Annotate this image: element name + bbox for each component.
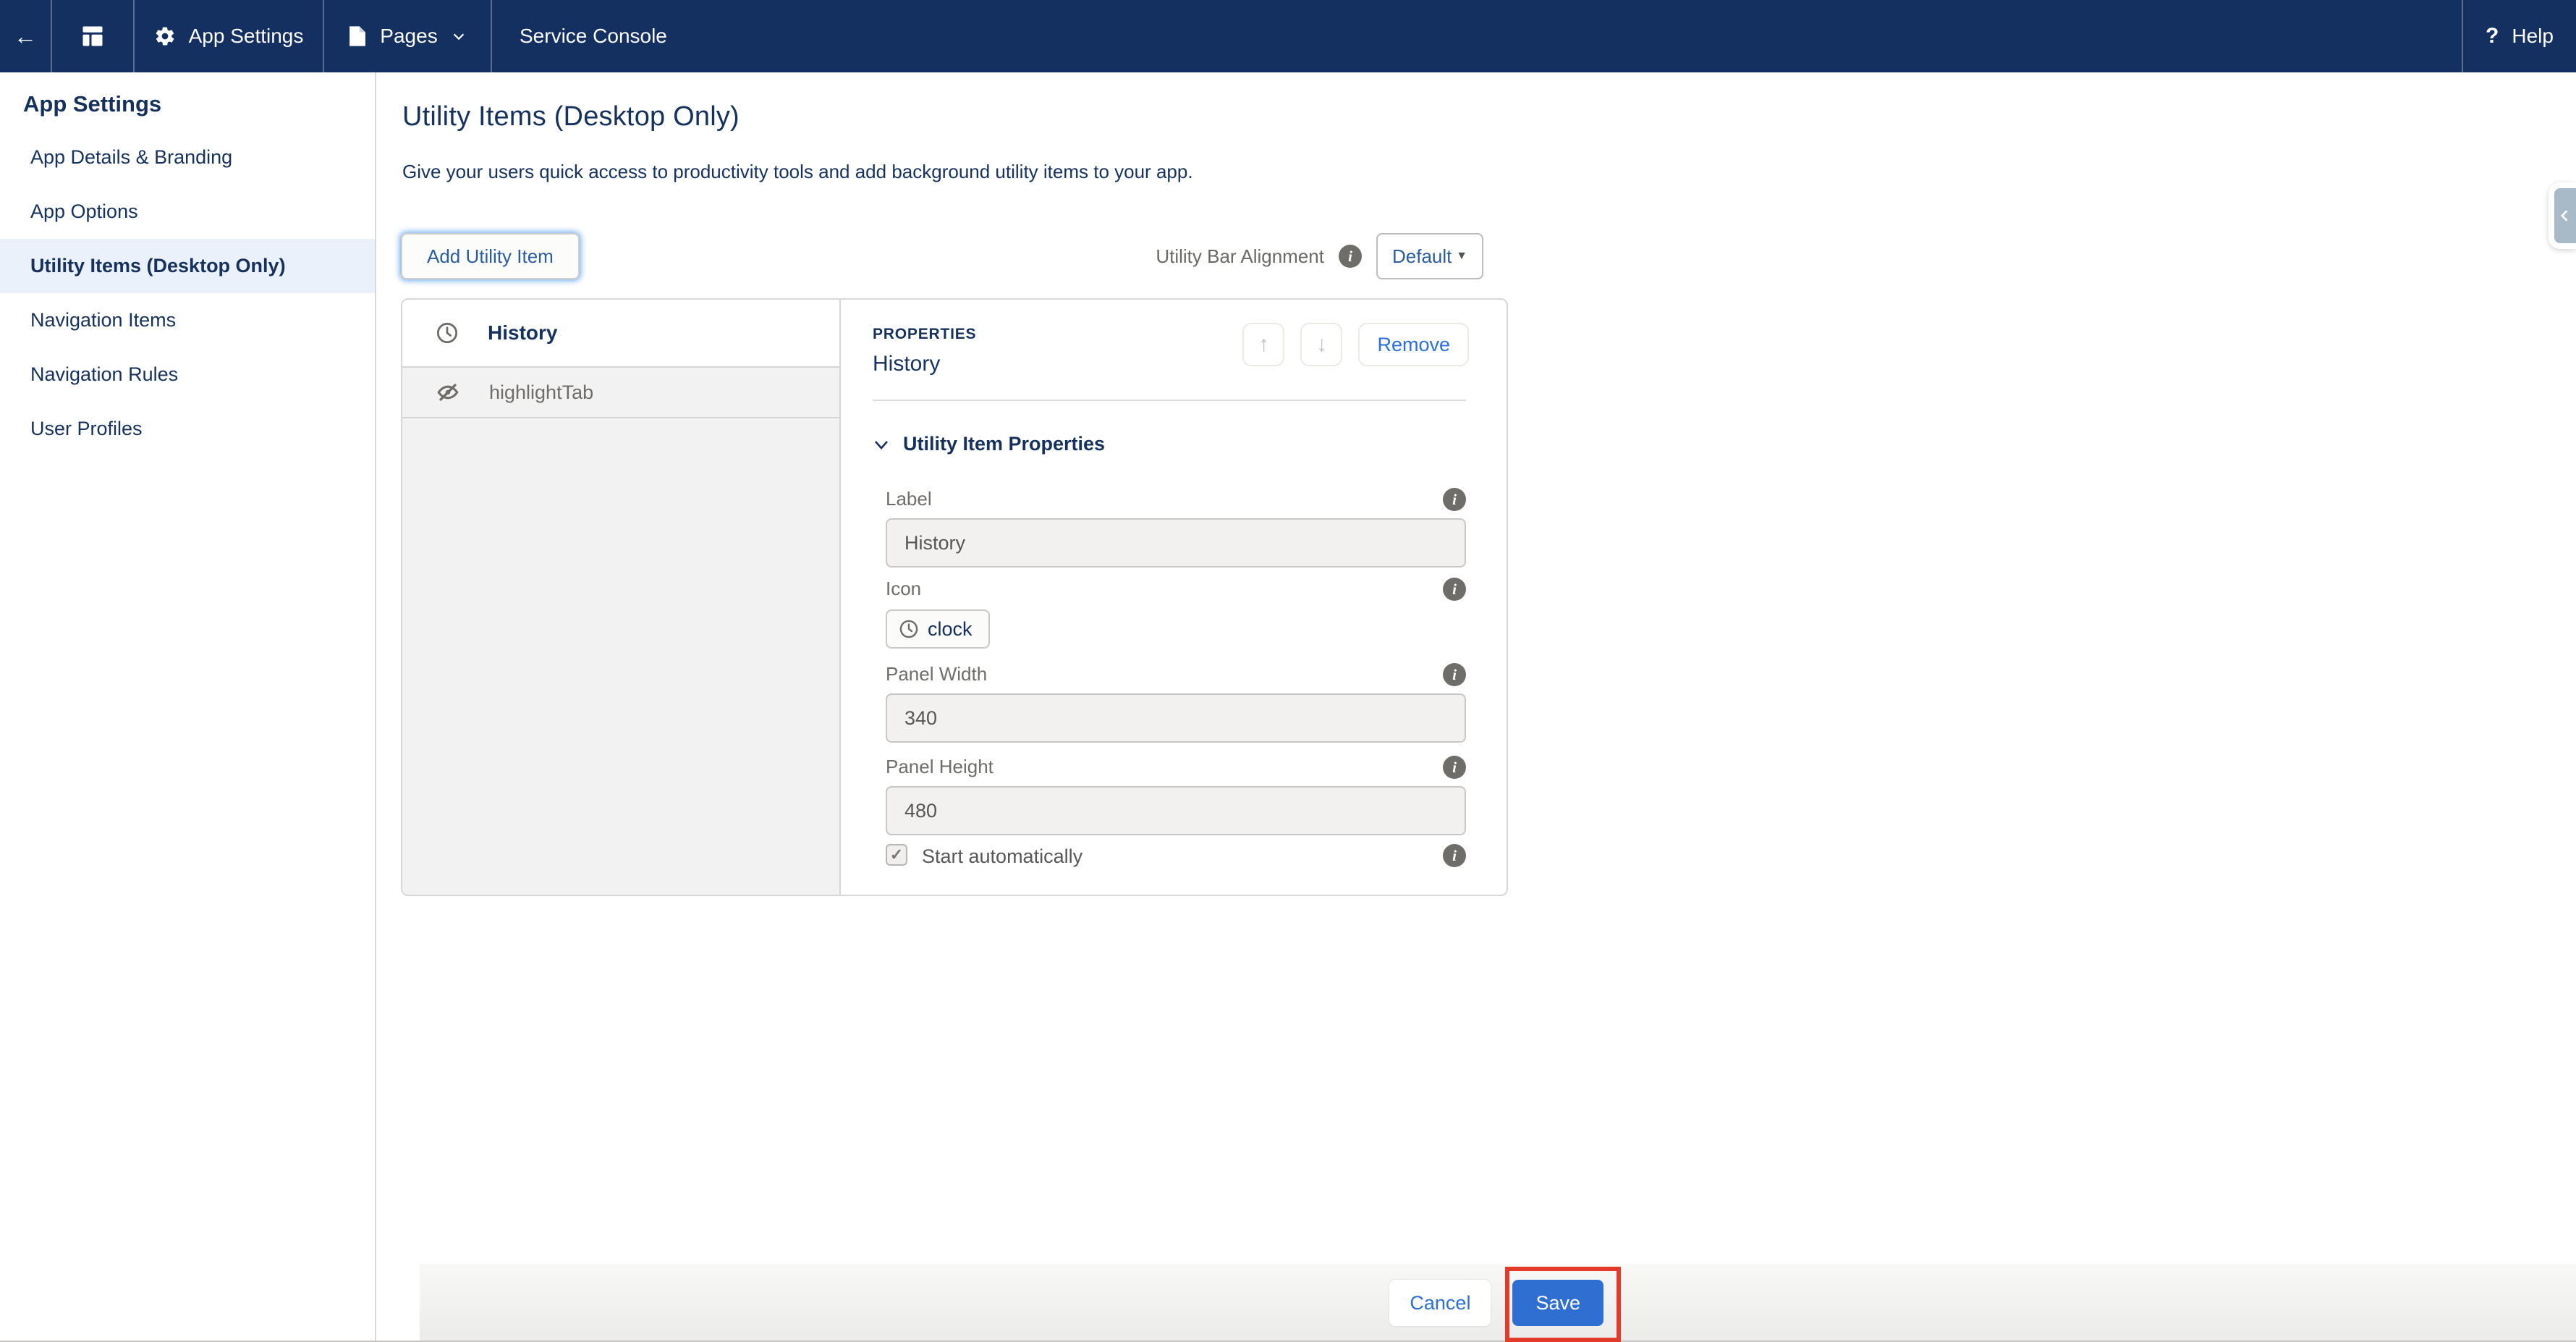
properties-item-name: History: [873, 352, 940, 376]
sidebar-item-navigation-rules[interactable]: Navigation Rules: [0, 347, 375, 402]
check-icon: ✓: [890, 845, 903, 864]
sidebar-list: App Details & Branding App Options Utili…: [0, 130, 375, 456]
sidebar-heading: App Settings: [0, 72, 375, 117]
help-label: Help: [2512, 25, 2554, 48]
properties-actions: ↑ ↓ Remove: [1242, 323, 1469, 366]
properties-divider: [873, 400, 1466, 401]
app-name-label: Service Console: [520, 25, 667, 48]
gear-icon: [154, 25, 176, 47]
utility-item-label: History: [488, 321, 557, 345]
app-builder-button[interactable]: [52, 0, 135, 72]
start-automatically-label: Start automatically: [922, 845, 1082, 868]
panel-height-label: Panel Height: [886, 756, 993, 778]
utility-item-properties-section[interactable]: Utility Item Properties: [873, 433, 1105, 455]
page-icon: [348, 25, 367, 47]
utility-item-label: highlightTab: [489, 381, 593, 404]
chevron-left-icon: [2554, 188, 2576, 243]
alignment-info-icon[interactable]: i: [1339, 245, 1362, 268]
alignment-value: Default: [1392, 245, 1452, 268]
panel-height-input[interactable]: [886, 786, 1466, 835]
section-chevron-down-icon: [873, 436, 890, 453]
panel-width-input[interactable]: [886, 693, 1466, 743]
section-title: Utility Item Properties: [903, 433, 1105, 455]
label-input[interactable]: [886, 518, 1466, 567]
sidebar-item-utility-items[interactable]: Utility Items (Desktop Only): [0, 239, 375, 293]
move-up-button[interactable]: ↑: [1242, 323, 1284, 366]
clock-icon: [899, 619, 919, 639]
utility-item-history[interactable]: History: [402, 300, 839, 368]
nav-app-settings-label: App Settings: [189, 25, 304, 48]
cancel-button[interactable]: Cancel: [1389, 1280, 1491, 1326]
chevron-down-icon: [451, 28, 467, 44]
help-button[interactable]: ? Help: [2462, 0, 2576, 72]
footer-bar: Cancel Save: [420, 1264, 2576, 1342]
top-navbar: ← App Settings Pages Service Console ? H…: [0, 0, 2576, 72]
back-arrow-icon: ←: [14, 25, 37, 48]
utility-bar-alignment-label: Utility Bar Alignment: [1156, 245, 1324, 268]
save-button[interactable]: Save: [1512, 1280, 1603, 1326]
icon-value: clock: [928, 618, 973, 641]
utility-items-list: History highlightTab: [402, 300, 841, 895]
eye-slash-icon: [436, 380, 460, 405]
sidebar-item-app-options[interactable]: App Options: [0, 185, 375, 239]
back-button[interactable]: ←: [0, 0, 52, 72]
start-automatically-checkbox[interactable]: ✓: [886, 844, 907, 866]
properties-pane: PROPERTIES History ↑ ↓ Remove Utility It…: [841, 300, 1507, 895]
label-field-label: Label: [886, 488, 932, 510]
up-arrow-icon: ↑: [1258, 332, 1269, 357]
nav-app-settings[interactable]: App Settings: [135, 0, 324, 72]
panel-width-info-icon[interactable]: i: [1443, 663, 1466, 686]
nav-pages-label: Pages: [380, 25, 437, 48]
icon-picker-chip[interactable]: clock: [886, 609, 990, 649]
app-name: Service Console: [492, 0, 2462, 72]
add-utility-item-button[interactable]: Add Utility Item: [401, 233, 580, 279]
layout-icon: [80, 23, 106, 49]
page-title: Utility Items (Desktop Only): [402, 101, 740, 132]
panel-height-info-icon[interactable]: i: [1443, 756, 1466, 779]
page-subtitle: Give your users quick access to producti…: [402, 161, 1193, 183]
settings-sidebar: App Settings App Details & Branding App …: [0, 72, 376, 1342]
sidebar-item-user-profiles[interactable]: User Profiles: [0, 402, 375, 456]
help-icon: ?: [2486, 24, 2499, 48]
icon-field-label: Icon: [886, 578, 921, 600]
clock-icon: [436, 321, 459, 345]
utility-items-panel: History highlightTab PROPERTIES History …: [401, 298, 1508, 896]
down-arrow-icon: ↓: [1316, 332, 1327, 357]
dropdown-arrow-icon: ▼: [1456, 250, 1467, 263]
utility-item-highlighttab[interactable]: highlightTab: [402, 368, 839, 418]
main-content: Utility Items (Desktop Only) Give your u…: [376, 72, 2576, 1342]
alignment-dropdown[interactable]: Default ▼: [1376, 233, 1483, 279]
sidebar-item-app-details-branding[interactable]: App Details & Branding: [0, 130, 375, 185]
properties-eyebrow: PROPERTIES: [873, 326, 976, 343]
collapse-panel-tab[interactable]: [2549, 182, 2576, 249]
footer-buttons: Cancel Save: [1389, 1280, 1603, 1326]
panel-width-label: Panel Width: [886, 663, 987, 685]
sidebar-item-navigation-items[interactable]: Navigation Items: [0, 293, 375, 347]
nav-pages-menu[interactable]: Pages: [324, 0, 492, 72]
move-down-button[interactable]: ↓: [1300, 323, 1342, 366]
icon-info-icon[interactable]: i: [1443, 578, 1466, 601]
start-automatically-info-icon[interactable]: i: [1443, 844, 1466, 867]
remove-button[interactable]: Remove: [1358, 323, 1469, 366]
label-info-icon[interactable]: i: [1443, 488, 1466, 511]
utility-bar-alignment-group: Utility Bar Alignment i Default ▼: [1156, 233, 1483, 279]
